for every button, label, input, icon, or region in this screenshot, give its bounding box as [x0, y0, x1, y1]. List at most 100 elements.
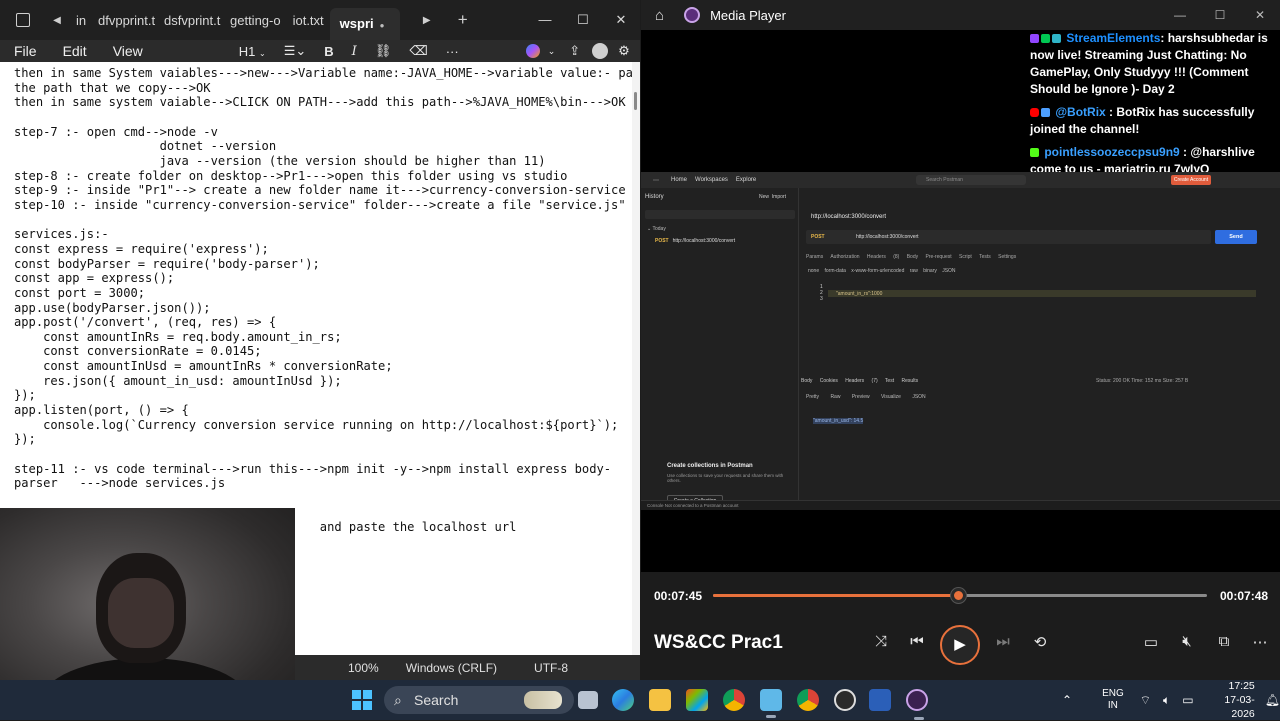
- postman-request-editor: 123 "amount_in_rs":1000: [806, 284, 1256, 302]
- play-button[interactable]: ▶: [940, 625, 980, 665]
- avatar[interactable]: [592, 43, 609, 59]
- language-indicator[interactable]: ENG IN: [1102, 688, 1124, 712]
- youtube-badge-icon: [1030, 108, 1039, 118]
- clock[interactable]: 17:25 17-03-2026: [1208, 679, 1255, 721]
- editor-line: const bodyParser = require('body-parser'…: [14, 256, 320, 271]
- menu-view[interactable]: View: [113, 43, 143, 59]
- tab-scroll-right-icon[interactable]: ▶: [414, 15, 440, 26]
- start-windows-icon[interactable]: [352, 690, 372, 710]
- miniplayer-icon[interactable]: ⧉: [1212, 633, 1236, 650]
- clear-format-icon[interactable]: ⌫: [409, 43, 427, 59]
- shuffle-icon[interactable]: ⤨: [869, 633, 893, 650]
- editor-line: const conversionRate = 0.0145;: [14, 344, 262, 359]
- menu-file[interactable]: File: [14, 43, 37, 59]
- editor-line: java --version (the version should be hi…: [14, 153, 546, 168]
- more-options-icon[interactable]: ⋯: [1248, 633, 1272, 651]
- tab-1[interactable]: dfvpprint.t: [92, 13, 158, 28]
- editor-scrollbar[interactable]: [632, 62, 640, 660]
- editor-line: step-11 :- vs code terminal--->run this-…: [14, 461, 612, 476]
- twitch-badge-icon: [1030, 34, 1039, 44]
- notepad-app-icon: [16, 13, 30, 27]
- editor-line: });: [14, 388, 36, 403]
- tab-active[interactable]: wspri ●: [329, 8, 400, 40]
- clock-time: 17:25: [1228, 680, 1255, 692]
- postman-response-views: Pretty Raw Preview Visualize JSON: [806, 394, 926, 400]
- notification-bell-icon[interactable]: 🔔︎: [1265, 693, 1280, 707]
- editor-line: step-8 :- create folder on desktop-->Pr1…: [14, 168, 568, 183]
- bold-icon[interactable]: B: [324, 44, 333, 59]
- tab-0[interactable]: in: [70, 13, 92, 28]
- copilot-chevron-icon[interactable]: ⌄: [548, 46, 556, 57]
- scrollbar-thumb[interactable]: [634, 92, 637, 110]
- link-icon[interactable]: ⛓: [375, 43, 392, 59]
- chat-user: @BotRix: [1055, 105, 1106, 119]
- wifi-icon[interactable]: ⌔: [1140, 693, 1151, 708]
- tab-2[interactable]: dsfvprint.t: [158, 13, 224, 28]
- postman-url: http://localhost:3000/convert: [856, 234, 919, 240]
- tab-4[interactable]: iot.txt: [287, 13, 330, 28]
- share-icon[interactable]: ⇪: [569, 43, 580, 59]
- postman-statusbar: Console Not connected to a Postman accou…: [641, 500, 1280, 510]
- system-tray: ⌃ ENG IN ⌔ 🔈︎ ▭ 17:25 17-03-2026 🔔︎: [1050, 680, 1280, 720]
- seek-bar-progress: [713, 594, 958, 597]
- editor-line: dotnet --version: [14, 139, 277, 154]
- seek-bar-thumb[interactable]: [950, 588, 966, 603]
- home-icon[interactable]: ⌂: [655, 7, 664, 24]
- player-close-icon[interactable]: ✕: [1240, 8, 1280, 22]
- taskbar: ⌕ Search ⌃ ENG IN ⌔ 🔈︎ ▭ 17:25 17-03-202…: [0, 680, 1280, 720]
- word-icon[interactable]: [869, 689, 891, 711]
- postman-history-item: POST http://localhost:3000/convert: [655, 238, 735, 244]
- region: IN: [1107, 700, 1118, 711]
- list-icon[interactable]: ☰⌄: [284, 43, 307, 59]
- notepad-taskbar-icon[interactable]: [760, 689, 782, 718]
- postman-sidebar-actions: New Import: [759, 194, 786, 200]
- store-icon[interactable]: [686, 689, 708, 711]
- postman-import-label: Import: [771, 194, 786, 200]
- unsaved-dot-icon[interactable]: ●: [380, 21, 385, 30]
- copilot-icon[interactable]: [525, 44, 540, 58]
- minimize-icon[interactable]: —: [526, 12, 564, 28]
- edge-icon[interactable]: [612, 689, 634, 711]
- battery-icon[interactable]: ▭: [1182, 693, 1193, 707]
- player-minimize-icon[interactable]: —: [1160, 8, 1200, 22]
- repeat-icon[interactable]: ⟲: [1028, 633, 1052, 651]
- chrome-profile-icon[interactable]: [797, 689, 819, 711]
- editor-line: step-7 :- open cmd-->node -v: [14, 124, 218, 139]
- obs-icon[interactable]: [834, 689, 856, 711]
- zoom-level: 100%: [348, 660, 379, 675]
- postman-nav-workspaces: Workspaces: [695, 177, 728, 183]
- new-tab-button[interactable]: +: [450, 10, 476, 30]
- chat-user: pointlessoozeccpsu9n9: [1044, 145, 1180, 159]
- task-view-icon[interactable]: [578, 691, 598, 709]
- postman-response-body-wrap: "amount_in_usd": 14.5: [813, 418, 864, 424]
- media-player-titlebar: ⌂ Media Player — ☐ ✕: [641, 0, 1280, 30]
- postman-create-account: Create Account: [1171, 175, 1211, 185]
- postman-history-method: POST: [655, 238, 669, 244]
- editor-line: app.listen(port, () => {: [14, 403, 189, 418]
- close-icon[interactable]: ✕: [602, 12, 640, 28]
- encoding: UTF-8: [534, 660, 569, 675]
- tab-3[interactable]: getting-o: [224, 13, 287, 28]
- next-icon[interactable]: ⏭: [991, 633, 1015, 650]
- editor-line: const express = require('express');: [14, 241, 269, 256]
- editor-line: step-10 :- inside "currency-conversion-s…: [14, 197, 626, 212]
- mute-icon[interactable]: 🔇︎: [1175, 633, 1199, 650]
- file-explorer-icon[interactable]: [649, 689, 671, 711]
- maximize-icon[interactable]: ☐: [564, 12, 602, 28]
- tray-overflow-icon[interactable]: ⌃: [1062, 693, 1072, 707]
- chat-message: @BotRix : BotRix has successfully joined…: [1030, 104, 1280, 138]
- taskbar-search[interactable]: ⌕ Search: [384, 686, 574, 714]
- caption-icon[interactable]: ▭: [1139, 633, 1163, 651]
- volume-icon[interactable]: 🔈︎: [1163, 693, 1170, 708]
- more-icon[interactable]: ···: [446, 44, 459, 59]
- previous-icon[interactable]: ⏮: [905, 633, 929, 650]
- player-maximize-icon[interactable]: ☐: [1200, 8, 1240, 22]
- heading-selector[interactable]: H1 ⌄: [239, 44, 266, 59]
- italic-icon[interactable]: I: [352, 44, 357, 59]
- postman-body-modes: none form-data x-www-form-urlencoded raw…: [808, 268, 956, 274]
- chrome-icon[interactable]: [723, 689, 745, 711]
- tab-scroll-left-icon[interactable]: ◀: [44, 15, 70, 26]
- media-player-taskbar-icon[interactable]: [906, 689, 928, 720]
- gear-icon[interactable]: ⚙: [618, 43, 630, 59]
- menu-edit[interactable]: Edit: [63, 43, 87, 59]
